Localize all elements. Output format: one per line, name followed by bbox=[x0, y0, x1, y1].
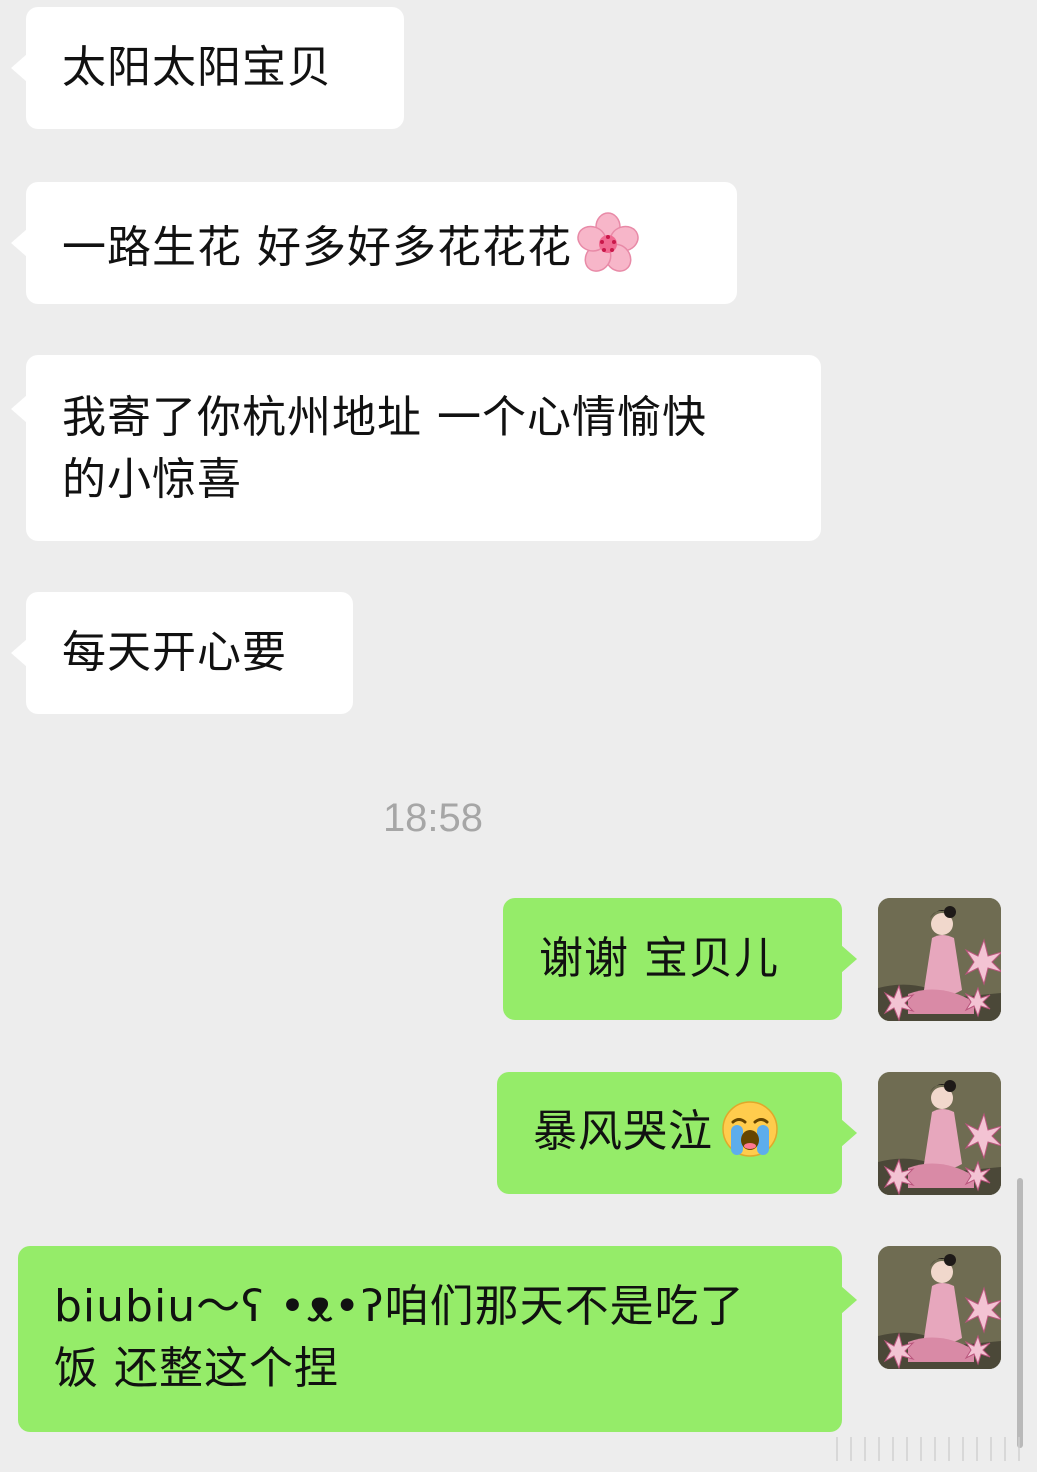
message-text-line-1: 我寄了你杭州地址 一个心情愉快 bbox=[62, 392, 707, 443]
loudly-crying-face-icon bbox=[722, 1101, 778, 1157]
message-text-line-2: 的小惊喜 bbox=[62, 454, 242, 505]
avatar-portrait-icon bbox=[878, 1072, 1001, 1195]
watermark-strip bbox=[836, 1437, 1026, 1461]
avatar[interactable] bbox=[878, 898, 1001, 1021]
avatar-portrait-icon bbox=[878, 898, 1001, 1021]
cherry-blossom-icon bbox=[577, 212, 639, 272]
message-text-line-1: biubiu～ʕ •ᴥ•ʔ咱们那天不是吃了 bbox=[54, 1281, 745, 1332]
outgoing-message-1[interactable]: 谢谢 宝贝儿 bbox=[503, 898, 857, 1020]
incoming-message-4[interactable]: 每天开心要 bbox=[11, 592, 353, 714]
outgoing-message-2[interactable]: 暴风哭泣 bbox=[497, 1072, 857, 1194]
message-text: 太阳太阳宝贝 bbox=[62, 42, 332, 93]
message-text: 谢谢 宝贝儿 bbox=[539, 933, 779, 984]
message-text: 暴风哭泣 bbox=[533, 1106, 713, 1157]
message-text: 每天开心要 bbox=[62, 627, 287, 678]
incoming-message-3[interactable]: 我寄了你杭州地址 一个心情愉快 的小惊喜 bbox=[11, 355, 821, 541]
outgoing-message-3[interactable]: biubiu～ʕ •ᴥ•ʔ咱们那天不是吃了 饭 还整这个捏 bbox=[18, 1246, 857, 1432]
incoming-message-2[interactable]: 一路生花 好多好多花花花 bbox=[11, 182, 737, 304]
message-text-line-2: 饭 还整这个捏 bbox=[54, 1343, 339, 1394]
incoming-message-1[interactable]: 太阳太阳宝贝 bbox=[11, 7, 404, 129]
avatar[interactable] bbox=[878, 1072, 1001, 1195]
avatar-portrait-icon bbox=[878, 1246, 1001, 1369]
scrollbar[interactable] bbox=[1017, 1178, 1023, 1448]
message-text: 一路生花 好多好多花花花 bbox=[62, 222, 572, 273]
avatar[interactable] bbox=[878, 1246, 1001, 1369]
message-timestamp: 18:58 bbox=[382, 796, 484, 840]
